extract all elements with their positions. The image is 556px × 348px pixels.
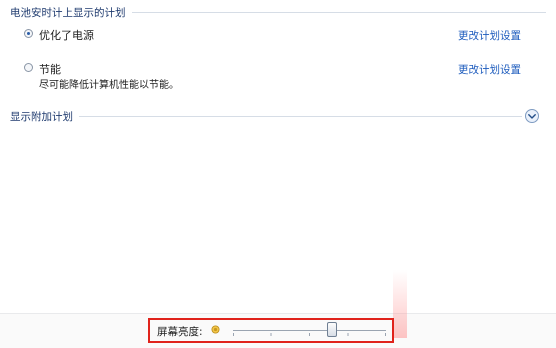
brightness-slider-ticks [233, 333, 386, 336]
sun-icon [211, 325, 220, 334]
additional-plans-header[interactable]: 显示附加计划 [10, 109, 522, 123]
brightness-slider-track[interactable] [233, 330, 386, 331]
additional-plans-title: 显示附加计划 [10, 110, 73, 123]
plan-label-balanced: 优化了电源 [39, 29, 94, 42]
battery-plans-header: 电池安时计上显示的计划 [10, 5, 546, 19]
plan-label-power-saver: 节能 [39, 63, 61, 76]
plan-radio-balanced[interactable] [24, 29, 33, 38]
plan-description-power-saver: 尽可能降低计算机性能以节能。 [39, 80, 179, 91]
chevron-down-icon [528, 113, 536, 119]
screen-brightness-label: 屏幕亮度: [157, 326, 203, 338]
plan-radio-power-saver[interactable] [24, 63, 33, 72]
change-plan-settings-link-power-saver[interactable]: 更改计划设置 [458, 62, 521, 77]
battery-plans-title: 电池安时计上显示的计划 [10, 6, 126, 19]
header-divider [131, 11, 546, 13]
annotation-shadow [393, 270, 407, 338]
change-plan-settings-link-balanced[interactable]: 更改计划设置 [458, 28, 521, 43]
brightness-slider-thumb[interactable] [327, 322, 337, 337]
expand-additional-plans-button[interactable] [525, 109, 539, 123]
header-divider [79, 115, 522, 117]
plan-option-balanced[interactable]: 优化了电源 [24, 27, 94, 43]
plan-option-power-saver[interactable]: 节能 [24, 61, 61, 77]
